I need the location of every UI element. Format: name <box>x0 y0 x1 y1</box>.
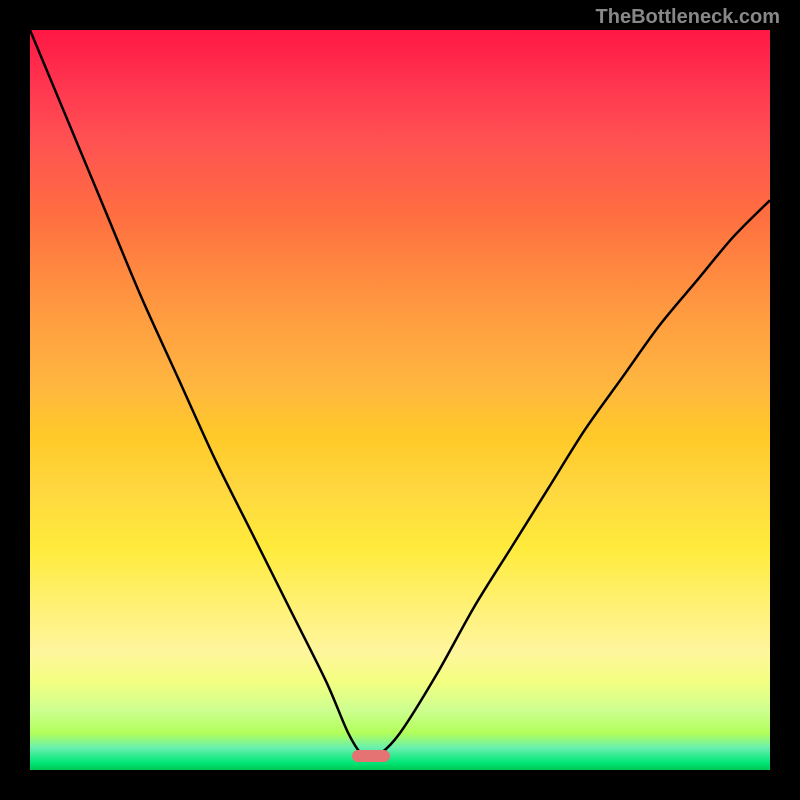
bottleneck-curve <box>30 30 770 770</box>
chart-plot-area <box>30 30 770 770</box>
watermark-text: TheBottleneck.com <box>596 6 780 29</box>
optimal-marker <box>352 750 390 762</box>
